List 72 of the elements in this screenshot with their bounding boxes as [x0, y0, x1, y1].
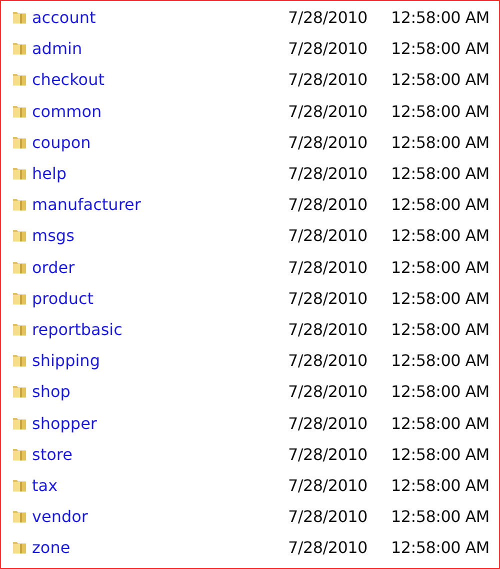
time-text: 12:58:00 AM	[391, 39, 490, 58]
time-text: 12:58:00 AM	[391, 414, 490, 433]
date-text: 7/28/2010	[288, 195, 368, 214]
time-text: 12:58:00 AM	[391, 476, 490, 495]
folder-icon	[12, 41, 27, 56]
time-text: 12:58:00 AM	[391, 132, 490, 152]
time-text: 12:58:00 AM	[391, 382, 490, 402]
folder-icon	[12, 197, 27, 212]
time-text: 12:58:00 AM	[391, 258, 490, 277]
time-text: 12:58:00 AM	[391, 320, 490, 339]
folder-link[interactable]: admin	[32, 39, 82, 58]
folder-icon	[12, 540, 27, 556]
folder-icon	[12, 228, 27, 244]
date-text: 7/28/2010	[288, 507, 368, 526]
folder-icon	[12, 104, 27, 119]
folder-link[interactable]: store	[32, 444, 72, 464]
folder-link[interactable]: zone	[32, 538, 70, 558]
time-text: 12:58:00 AM	[391, 226, 490, 246]
folder-link[interactable]: shopper	[32, 414, 97, 433]
date-text: 7/28/2010	[288, 444, 368, 464]
date-text: 7/28/2010	[288, 320, 368, 339]
folder-icon	[12, 353, 27, 368]
folder-link[interactable]: common	[32, 102, 102, 121]
date-text: 7/28/2010	[288, 102, 368, 121]
folder-icon	[12, 322, 27, 337]
date-text: 7/28/2010	[288, 132, 368, 152]
folder-icon	[12, 134, 27, 150]
date-text: 7/28/2010	[288, 164, 368, 184]
folder-link[interactable]: vendor	[32, 507, 88, 526]
folder-link[interactable]: reportbasic	[32, 320, 122, 339]
folder-link[interactable]: checkout	[32, 70, 104, 90]
folder-icon	[12, 509, 27, 524]
time-text: 12:58:00 AM	[391, 444, 490, 464]
folder-link[interactable]: order	[32, 258, 75, 277]
folder-link[interactable]: shipping	[32, 351, 100, 370]
folder-icon	[12, 10, 27, 26]
date-text: 7/28/2010	[288, 382, 368, 402]
folder-icon	[12, 384, 27, 400]
folder-link[interactable]: manufacturer	[32, 195, 141, 214]
folder-icon	[12, 478, 27, 493]
folder-icon	[12, 446, 27, 462]
date-text: 7/28/2010	[288, 288, 368, 308]
folder-link[interactable]: help	[32, 164, 67, 184]
date-text: 7/28/2010	[288, 39, 368, 58]
time-text: 12:58:00 AM	[391, 195, 490, 214]
folder-link[interactable]: tax	[32, 476, 58, 495]
date-text: 7/28/2010	[288, 351, 368, 370]
folder-link[interactable]: product	[32, 288, 94, 308]
time-text: 12:58:00 AM	[391, 8, 490, 28]
time-text: 12:58:00 AM	[391, 507, 490, 526]
date-text: 7/28/2010	[288, 476, 368, 495]
time-text: 12:58:00 AM	[391, 70, 490, 90]
folder-link[interactable]: msgs	[32, 226, 74, 246]
folder-icon	[12, 416, 27, 431]
time-text: 12:58:00 AM	[391, 538, 490, 558]
time-text: 12:58:00 AM	[391, 288, 490, 308]
time-text: 12:58:00 AM	[391, 102, 490, 121]
time-text: 12:58:00 AM	[391, 351, 490, 370]
folder-link[interactable]: shop	[32, 382, 70, 402]
folder-link[interactable]: coupon	[32, 132, 91, 152]
folder-icon	[12, 72, 27, 88]
date-text: 7/28/2010	[288, 538, 368, 558]
folder-link[interactable]: account	[32, 8, 96, 28]
date-text: 7/28/2010	[288, 414, 368, 433]
date-text: 7/28/2010	[288, 258, 368, 277]
folder-icon	[12, 260, 27, 275]
date-text: 7/28/2010	[288, 226, 368, 246]
folder-icon	[12, 290, 27, 306]
time-text: 12:58:00 AM	[391, 164, 490, 184]
folder-icon	[12, 166, 27, 182]
date-text: 7/28/2010	[288, 70, 368, 90]
date-text: 7/28/2010	[288, 8, 368, 28]
